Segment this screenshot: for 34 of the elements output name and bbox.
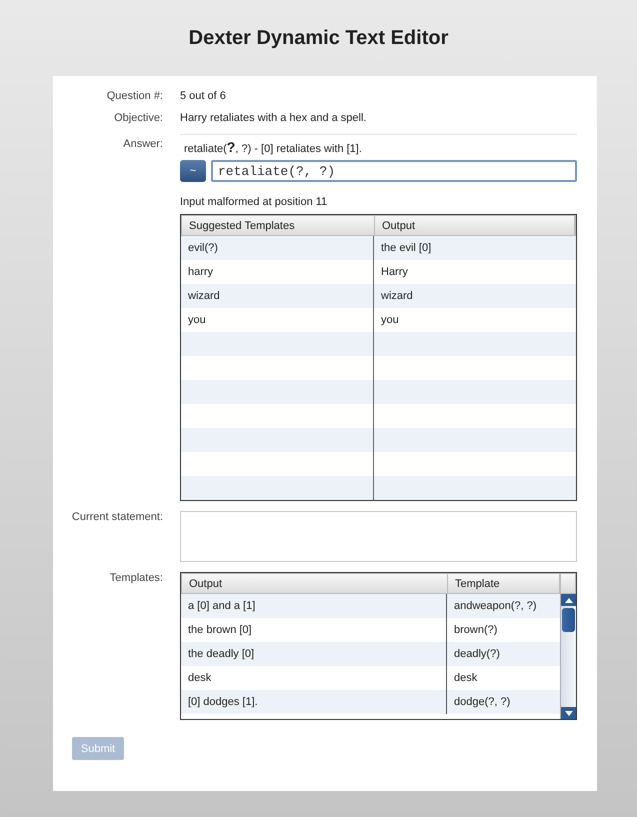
scrollbar[interactable] [560, 594, 576, 719]
column-header[interactable]: Output [375, 216, 575, 235]
field-label: Question #: [106, 90, 164, 102]
table-cell[interactable]: brown(?) [447, 618, 560, 642]
table-cell[interactable]: wizard [374, 284, 576, 308]
scroll-up-icon[interactable] [561, 594, 576, 606]
table-cell[interactable]: evil(?) [181, 236, 374, 260]
status-message: Input malformed at position 11 [180, 196, 328, 208]
table-cell[interactable]: dodge(?, ?) [447, 690, 560, 714]
column-header[interactable]: Output [182, 574, 448, 593]
column-header[interactable]: Suggested Templates [182, 216, 375, 235]
table-cell[interactable]: deadly(?) [447, 642, 560, 666]
table-cell[interactable]: [0] dodges [1]. [181, 690, 447, 714]
table-cell[interactable]: you [374, 308, 576, 332]
field-label: Templates: [108, 572, 164, 586]
table-cell[interactable]: a [0] and a [1] [181, 594, 447, 618]
field-label: Objective: [113, 112, 164, 124]
table-cell[interactable]: Harry [374, 260, 576, 284]
answer-hint: retaliate(?, ?) - [0] retaliates with [1]. [184, 143, 362, 155]
table-cell[interactable]: andweapon(?, ?) [447, 594, 560, 618]
objective-text: Harry retaliates with a hex and a spell. [180, 112, 366, 124]
scroll-down-icon[interactable] [561, 707, 576, 719]
table-cell[interactable]: the deadly [0] [181, 642, 447, 666]
toggle-button[interactable]: ~ [180, 160, 206, 182]
column-header[interactable]: Template [448, 574, 560, 593]
answer-field[interactable]: retaliate(?, ?) [211, 160, 577, 182]
scroll-thumb[interactable] [562, 608, 575, 632]
question-number: 5 out of 6 [180, 90, 226, 102]
table-cell[interactable]: desk [447, 666, 560, 690]
field-label: Answer: [122, 137, 164, 152]
table-cell[interactable]: the evil [0] [374, 236, 576, 260]
page-title: Dexter Dynamic Text Editor [188, 27, 448, 50]
table-cell[interactable]: wizard [181, 284, 374, 308]
field-label: Current statement: [70, 511, 164, 525]
